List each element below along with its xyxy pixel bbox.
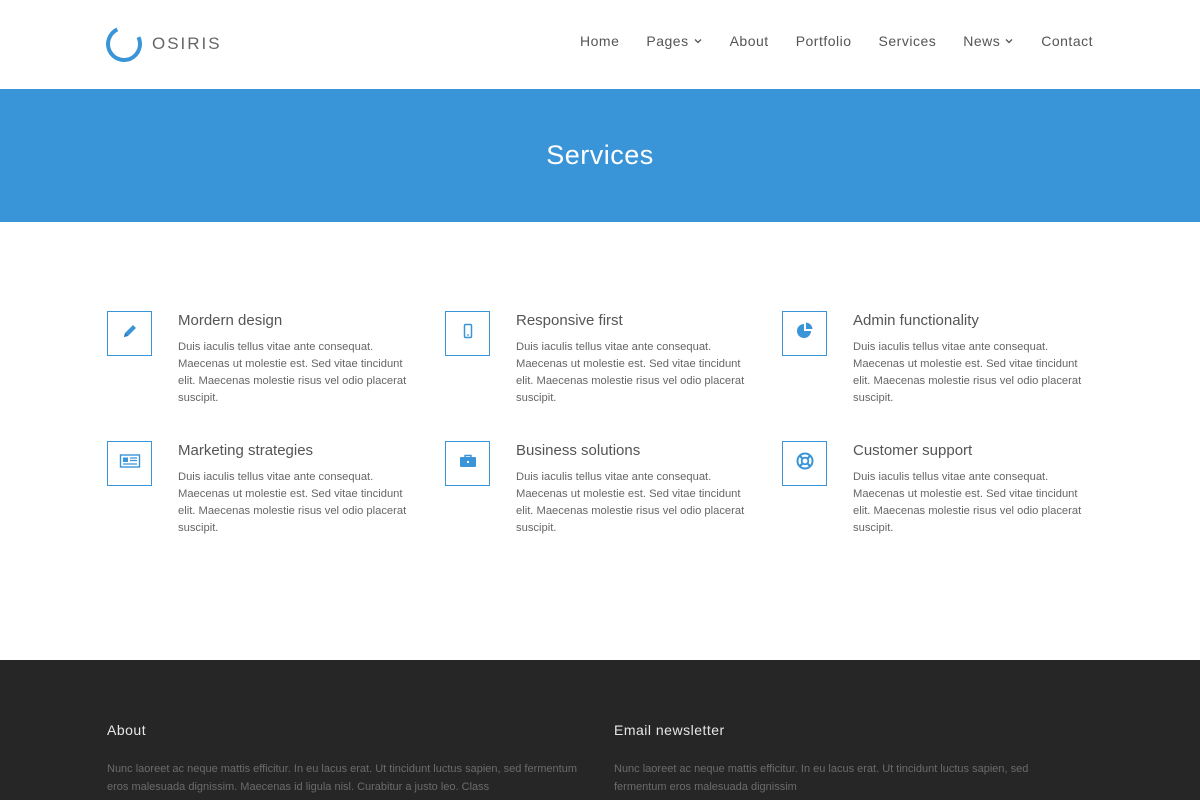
service-icon-box — [445, 311, 490, 356]
nav-services[interactable]: Services — [879, 33, 937, 49]
logo-link[interactable]: OSIRIS — [100, 20, 222, 68]
nav-label: Services — [878, 33, 937, 49]
service-icon-box — [782, 441, 827, 486]
chevron-down-icon — [693, 36, 703, 46]
nav-label: Contact — [1041, 33, 1093, 49]
briefcase-icon — [458, 452, 478, 475]
nav-label: Home — [580, 33, 620, 49]
footer-newsletter-title: Email newsletter — [614, 722, 725, 738]
pencil-icon — [121, 322, 139, 345]
main-nav: Home Pages About Portfolio Services News… — [553, 33, 1093, 49]
service-description: Duis iaculis tellus vitae ante consequat… — [853, 341, 1082, 404]
service-item: Admin functionality Duis iaculis tellus … — [782, 311, 1102, 421]
service-item: Mordern design Duis iaculis tellus vitae… — [107, 311, 427, 421]
service-icon-box — [107, 311, 152, 356]
site-footer: About Nunc laoreet ac neque mattis effic… — [0, 660, 1200, 800]
nav-portfolio[interactable]: Portfolio — [796, 33, 852, 49]
nav-label: News — [963, 33, 1001, 49]
footer-about-title: About — [107, 722, 147, 738]
service-title: Admin functionality — [853, 312, 979, 329]
service-description: Duis iaculis tellus vitae ante consequat… — [178, 341, 407, 404]
service-icon-box — [445, 441, 490, 486]
footer-about-text: Nunc laoreet ac neque mattis efficitur. … — [107, 763, 577, 793]
nav-home[interactable]: Home — [580, 33, 619, 49]
site-header: OSIRIS Home Pages About Portfolio Servic… — [0, 0, 1200, 88]
service-item: Marketing strategies Duis iaculis tellus… — [107, 441, 427, 551]
nav-news[interactable]: News — [963, 33, 1014, 49]
logo-ring-icon — [100, 20, 148, 68]
service-title: Business solutions — [516, 442, 641, 459]
service-description: Duis iaculis tellus vitae ante consequat… — [516, 471, 745, 534]
page-banner: Services — [0, 89, 1200, 222]
service-item: Business solutions Duis iaculis tellus v… — [445, 441, 765, 551]
footer-about: About Nunc laoreet ac neque mattis effic… — [107, 722, 587, 796]
footer-newsletter: Email newsletter Nunc laoreet ac neque m… — [614, 722, 1074, 796]
service-description: Duis iaculis tellus vitae ante consequat… — [516, 341, 745, 404]
nav-pages[interactable]: Pages — [646, 33, 702, 49]
life-ring-icon — [795, 451, 815, 476]
footer-newsletter-text: Nunc laoreet ac neque mattis efficitur. … — [614, 763, 1029, 793]
service-description: Duis iaculis tellus vitae ante consequat… — [853, 471, 1082, 534]
chevron-down-icon — [1004, 36, 1014, 46]
nav-label: Pages — [646, 33, 689, 49]
service-item: Responsive first Duis iaculis tellus vit… — [445, 311, 765, 421]
service-icon-box — [107, 441, 152, 486]
page-title: Services — [546, 140, 654, 170]
service-title: Marketing strategies — [178, 442, 314, 459]
logo-text: OSIRIS — [152, 34, 222, 53]
pie-chart-icon — [795, 321, 815, 346]
nav-contact[interactable]: Contact — [1041, 33, 1093, 49]
service-title: Mordern design — [178, 312, 283, 329]
newspaper-icon — [119, 452, 141, 475]
service-icon-box — [782, 311, 827, 356]
nav-label: About — [729, 33, 769, 49]
nav-about[interactable]: About — [730, 33, 769, 49]
service-item: Customer support Duis iaculis tellus vit… — [782, 441, 1102, 551]
service-title: Responsive first — [516, 312, 623, 329]
mobile-phone-icon — [459, 322, 477, 345]
service-title: Customer support — [853, 442, 973, 459]
service-description: Duis iaculis tellus vitae ante consequat… — [178, 471, 407, 534]
nav-label: Portfolio — [795, 33, 852, 49]
